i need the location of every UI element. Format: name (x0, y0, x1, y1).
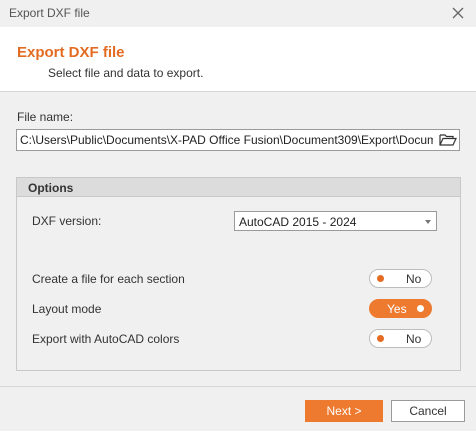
dialog-subtitle: Select file and data to export. (48, 66, 204, 80)
options-title: Options (28, 181, 74, 195)
create-file-per-section-toggle[interactable]: No (369, 269, 432, 288)
toggle-state: Yes (387, 302, 407, 316)
next-button[interactable]: Next > (305, 400, 383, 422)
chevron-down-icon (425, 220, 431, 224)
export-autocad-colors-label: Export with AutoCAD colors (32, 332, 180, 346)
dialog-footer: Next > Cancel (0, 386, 476, 431)
layout-mode-label: Layout mode (32, 302, 102, 316)
file-name-label: File name: (17, 110, 74, 124)
dialog-header: Export DXF file Select file and data to … (0, 27, 476, 92)
window-title: Export DXF file (9, 6, 90, 20)
toggle-knob (377, 275, 384, 282)
toggle-state: No (406, 332, 422, 346)
toggle-knob (417, 305, 424, 312)
toggle-knob (377, 335, 384, 342)
dxf-version-value: AutoCAD 2015 - 2024 (239, 215, 357, 229)
layout-mode-toggle[interactable]: Yes (369, 299, 432, 318)
create-file-per-section-label: Create a file for each section (32, 272, 185, 286)
toggle-state: No (406, 272, 422, 286)
file-name-field[interactable] (16, 129, 460, 151)
dxf-version-label: DXF version: (32, 214, 102, 228)
options-panel: Options DXF version: AutoCAD 2015 - 2024… (16, 177, 461, 371)
file-name-input[interactable] (17, 130, 433, 150)
folder-open-icon[interactable] (439, 132, 457, 148)
cancel-button[interactable]: Cancel (391, 400, 465, 422)
close-icon[interactable] (450, 5, 466, 21)
options-header: Options (17, 178, 460, 197)
dialog-title: Export DXF file (17, 44, 125, 61)
title-bar: Export DXF file (0, 0, 476, 27)
export-autocad-colors-toggle[interactable]: No (369, 329, 432, 348)
dxf-version-select[interactable]: AutoCAD 2015 - 2024 (234, 211, 437, 231)
